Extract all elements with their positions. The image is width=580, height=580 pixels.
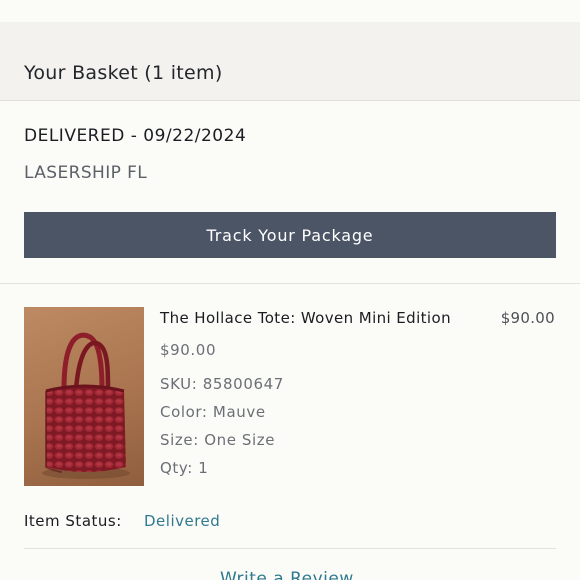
delivery-status: DELIVERED - 09/22/2024 bbox=[24, 126, 247, 146]
item-size: Size: One Size bbox=[160, 431, 276, 449]
item-sku: SKU: 85800647 bbox=[160, 375, 284, 393]
item-color: Color: Mauve bbox=[160, 403, 266, 421]
item-status-label: Item Status: bbox=[24, 512, 122, 530]
top-strip bbox=[0, 0, 580, 23]
item-line-total: $90.00 bbox=[500, 309, 555, 327]
item-quantity: Qty: 1 bbox=[160, 459, 209, 477]
section-divider bbox=[0, 283, 580, 284]
item-unit-price: $90.00 bbox=[160, 341, 217, 359]
carrier-name: LASERSHIP FL bbox=[24, 163, 148, 183]
tote-bag-illustration bbox=[42, 332, 130, 479]
track-package-button[interactable]: Track Your Package bbox=[24, 212, 556, 258]
item-divider bbox=[24, 548, 556, 549]
write-review-link[interactable]: Write a Review bbox=[220, 569, 354, 580]
basket-title: Your Basket (1 item) bbox=[24, 62, 223, 84]
product-name[interactable]: The Hollace Tote: Woven Mini Edition bbox=[160, 309, 451, 327]
item-status-value: Delivered bbox=[144, 512, 221, 530]
order-detail-page: Your Basket (1 item) DELIVERED - 09/22/2… bbox=[0, 0, 580, 580]
product-image[interactable] bbox=[24, 307, 144, 486]
